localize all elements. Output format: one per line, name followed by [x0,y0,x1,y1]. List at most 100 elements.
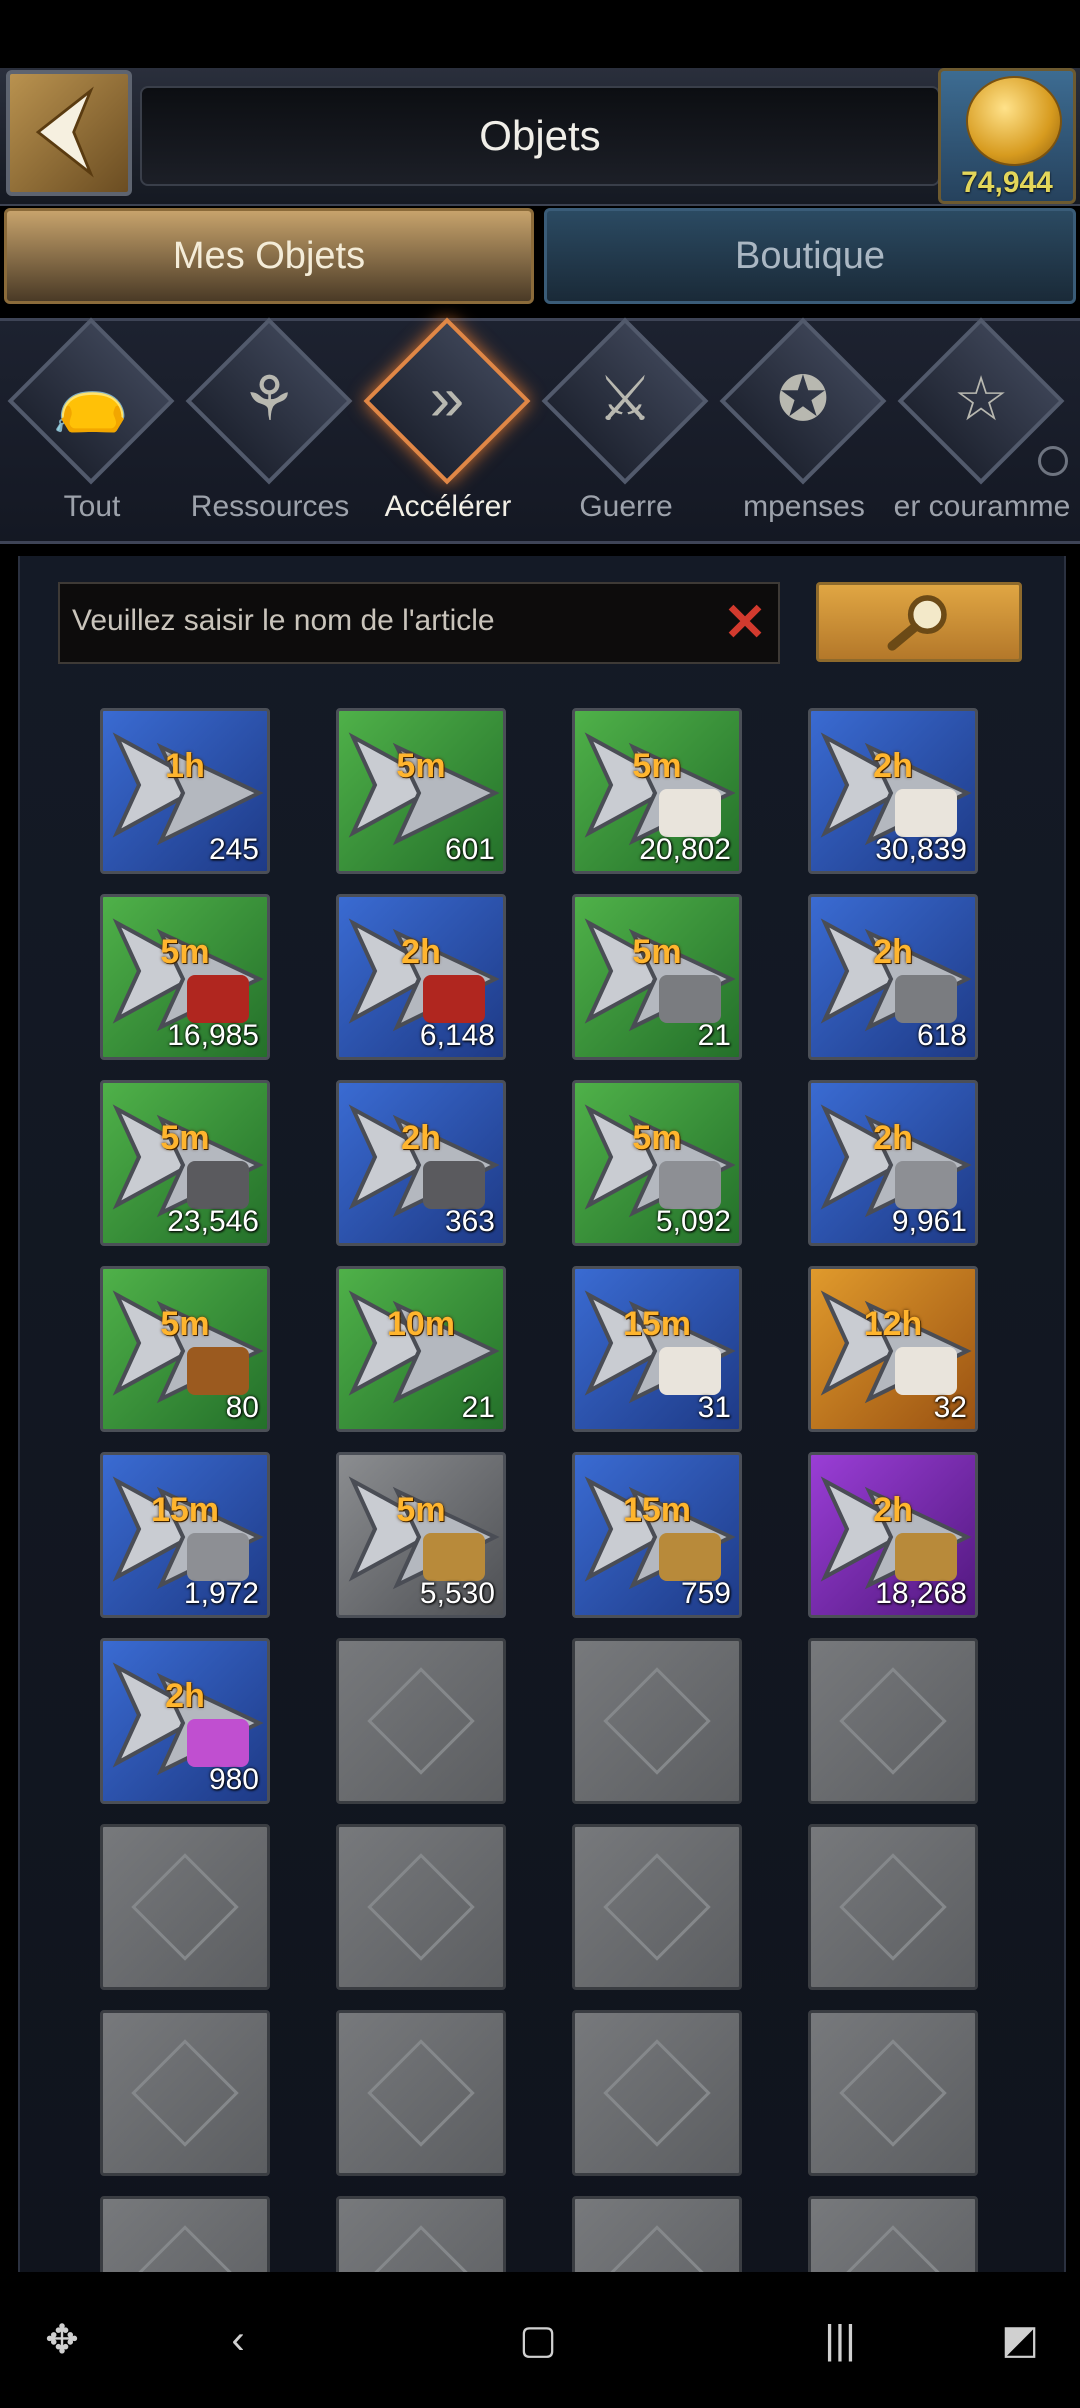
item-quantity: 5,530 [419,1577,495,1610]
item-quantity: 18,268 [875,1577,967,1610]
item-slot[interactable]: 1h 245 [100,708,270,874]
reward-star-icon: ✪ [777,365,829,434]
magnifier-icon [887,595,947,651]
empty-slot [336,1824,506,1990]
armillary-icon [659,1533,721,1581]
refresh-icon[interactable] [1038,446,1068,476]
category-label: Guerre [579,490,673,523]
armillary-icon [423,1533,485,1581]
medical-flag-icon [659,1347,721,1395]
item-quantity: 363 [444,1205,495,1238]
category-label: mpenses [743,490,865,523]
search-placeholder: Veuillez saisir le nom de l'article [72,604,495,637]
item-slot[interactable]: 5m 5,092 [572,1080,742,1246]
item-quantity: 31 [697,1391,731,1424]
recents-icon[interactable]: ||| [808,2318,872,2362]
category-3[interactable]: ⚔ Guerre [541,317,712,540]
tab-boutique[interactable]: Boutique [544,208,1076,304]
category-4[interactable]: ✪ mpenses [719,317,890,540]
back-arrow-icon [35,86,94,178]
item-slot[interactable]: 5m 21 [572,894,742,1060]
item-slot[interactable]: 12h 32 [808,1266,978,1432]
empty-slot-diamond-icon [131,2039,239,2147]
wheat-icon: ⚘ [241,365,297,434]
empty-slot-diamond-icon [367,1667,475,1775]
crossed-swords-icon: ⚔ [597,365,653,434]
item-slot[interactable]: 2h 618 [808,894,978,1060]
empty-slot [336,1638,506,1804]
item-quantity: 20,802 [639,833,731,866]
home-icon[interactable]: ▢ [506,2318,570,2362]
item-slot[interactable]: 2h 363 [336,1080,506,1246]
item-quantity: 759 [680,1577,731,1610]
wall-icon [895,975,957,1023]
item-quantity: 601 [444,833,495,866]
item-duration: 2h [873,1119,913,1157]
category-label: Accélérer [384,490,512,523]
empty-slot-diamond-icon [131,1853,239,1961]
assist-icon[interactable]: ◩ [988,2318,1052,2362]
item-slot[interactable]: 15m 759 [572,1452,742,1618]
category-2[interactable]: » Accélérer [363,317,534,540]
medical-flag-icon [895,1347,957,1395]
item-duration: 2h [873,933,913,971]
back-button[interactable] [6,70,132,196]
item-quantity: 1,972 [183,1577,259,1610]
item-slot[interactable]: 15m 1,972 [100,1452,270,1618]
speedup-icon: » [429,365,465,434]
item-slot[interactable]: 2h 30,839 [808,708,978,874]
category-5[interactable]: ☆ er couramme [894,317,1070,540]
category-label: Tout [63,490,121,523]
search-input[interactable]: Veuillez saisir le nom de l'article ✕ [58,582,780,664]
gold-amount: 74,944 [961,166,1053,199]
item-slot[interactable]: 5m 5,530 [336,1452,506,1618]
item-slot[interactable]: 5m 80 [100,1266,270,1432]
empty-slot [808,1638,978,1804]
medical-flag-icon [895,789,957,837]
empty-slot-diamond-icon [603,1853,711,1961]
item-quantity: 30,839 [875,833,967,866]
medical-flag-icon [659,789,721,837]
item-quantity: 32 [933,1391,967,1424]
page-title: Objets [479,112,601,159]
item-slot[interactable]: 2h 18,268 [808,1452,978,1618]
item-slot[interactable]: 15m 31 [572,1266,742,1432]
empty-slot [572,1824,742,1990]
item-slot[interactable]: 10m 21 [336,1266,506,1432]
wall-icon [659,975,721,1023]
chest-icon [187,1347,249,1395]
game-launcher-icon[interactable]: ✥ [30,2318,94,2362]
clear-icon[interactable]: ✕ [720,596,770,650]
empty-slot [572,2010,742,2176]
empty-slot [572,1638,742,1804]
empty-slot [336,2010,506,2176]
category-1[interactable]: ⚘ Ressources [185,317,356,540]
item-duration: 5m [632,747,682,785]
item-duration: 15m [622,1491,692,1529]
item-duration: 5m [160,1119,210,1157]
item-slot[interactable]: 2h 9,961 [808,1080,978,1246]
empty-slot-diamond-icon [603,2039,711,2147]
back-icon[interactable]: ‹ [206,2318,270,2362]
item-slot[interactable]: 5m 20,802 [572,708,742,874]
item-duration: 5m [396,1491,446,1529]
item-slot[interactable]: 5m 16,985 [100,894,270,1060]
gold-coin-icon [966,76,1062,166]
item-duration: 2h [873,1491,913,1529]
search-button[interactable] [816,582,1022,662]
item-slot[interactable]: 2h 6,148 [336,894,506,1060]
empty-slot-diamond-icon [839,1667,947,1775]
item-duration: 2h [165,1677,205,1715]
item-duration: 5m [632,1119,682,1157]
item-slot[interactable]: 5m 601 [336,708,506,874]
item-duration: 2h [401,933,441,971]
item-slot[interactable]: 2h 980 [100,1638,270,1804]
empty-slot [100,1824,270,1990]
item-duration: 5m [632,933,682,971]
item-duration: 15m [622,1305,692,1343]
empty-slot-diamond-icon [603,1667,711,1775]
category-label: Ressources [190,490,350,523]
category-0[interactable]: 👝 Tout [7,317,178,540]
item-slot[interactable]: 5m 23,546 [100,1080,270,1246]
tab-mes-objets[interactable]: Mes Objets [4,208,534,304]
